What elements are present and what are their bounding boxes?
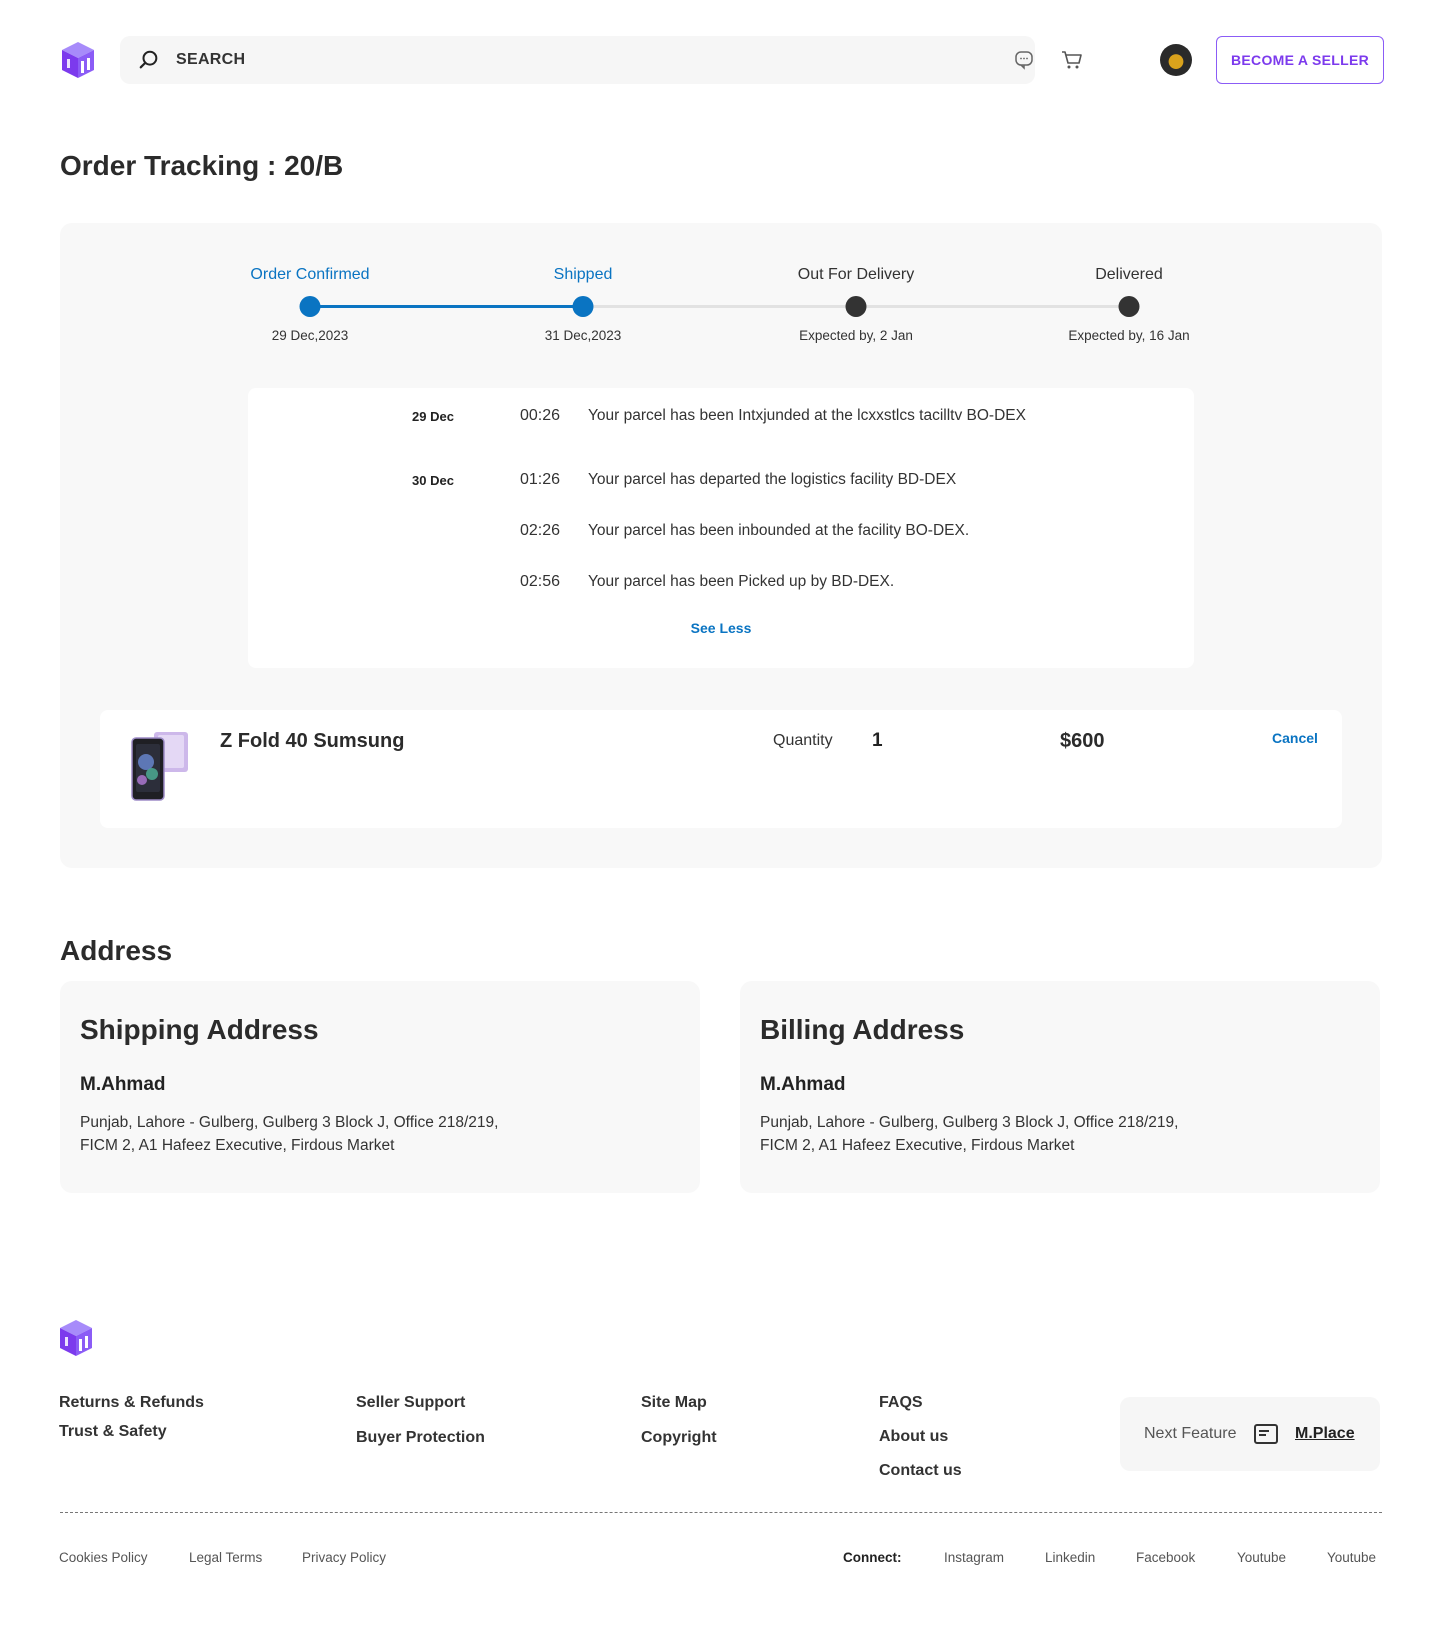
shipping-line-1: Punjab, Lahore - Gulberg, Gulberg 3 Bloc… — [80, 1114, 499, 1131]
stage-dot-confirmed — [299, 296, 321, 317]
billing-line-2: FICM 2, A1 Hafeez Executive, Firdous Mar… — [760, 1137, 1075, 1154]
stage-label-confirmed: Order Confirmed — [250, 266, 370, 283]
chat-icon[interactable] — [1012, 48, 1036, 72]
tracking-panel: Order Confirmed Shipped Out For Delivery… — [60, 223, 1382, 868]
box-logo-icon[interactable] — [60, 40, 96, 80]
event-text: Your parcel has been Intxjunded at the l… — [588, 407, 1026, 424]
youtube-link[interactable]: Youtube — [1237, 1550, 1286, 1565]
cancel-button[interactable]: Cancel — [1272, 730, 1318, 746]
event-time: 00:26 — [520, 407, 561, 424]
stage-date-delivered: Expected by, 16 Jan — [1068, 328, 1190, 343]
event-time: 01:26 — [520, 471, 561, 488]
footer-link[interactable]: About us — [879, 1428, 948, 1446]
privacy-policy-link[interactable]: Privacy Policy — [302, 1550, 386, 1565]
footer-link[interactable]: Returns & Refunds — [59, 1394, 204, 1412]
cart-icon[interactable] — [1060, 48, 1084, 72]
progress-line-done — [310, 305, 583, 308]
stage-date-confirmed: 29 Dec,2023 — [271, 328, 349, 343]
event-text: Your parcel has been Picked up by BD-DEX… — [588, 573, 895, 590]
avatar[interactable] — [1160, 44, 1192, 76]
product-name: Z Fold 40 Sumsung — [220, 730, 405, 752]
legal-terms-link[interactable]: Legal Terms — [189, 1550, 262, 1565]
event-text: Your parcel has been inbounded at the fa… — [588, 522, 970, 539]
tracking-events: 29 Dec 00:26 Your parcel has been Intxju… — [248, 388, 1194, 668]
cookies-policy-link[interactable]: Cookies Policy — [59, 1550, 148, 1565]
stage-date-shipped: 31 Dec,2023 — [544, 328, 622, 343]
search-placeholder: SEARCH — [176, 51, 246, 68]
search-bar[interactable]: SEARCH — [120, 36, 1035, 84]
event-date: 30 Dec — [412, 473, 454, 488]
footer-link[interactable]: FAQS — [879, 1394, 923, 1412]
instagram-link[interactable]: Instagram — [944, 1550, 1004, 1565]
shipping-address-heading: Shipping Address — [80, 1014, 319, 1045]
shipping-line-2: FICM 2, A1 Hafeez Executive, Firdous Mar… — [80, 1137, 395, 1154]
linkedin-link[interactable]: Linkedin — [1045, 1550, 1095, 1565]
footer-divider — [60, 1512, 1382, 1513]
youtube-link[interactable]: Youtube — [1327, 1550, 1376, 1565]
stage-label-delivered: Delivered — [1095, 266, 1163, 283]
stage-date-out-for-delivery: Expected by, 2 Jan — [799, 328, 913, 343]
event-date: 29 Dec — [412, 409, 454, 424]
product-price: $600 — [1060, 730, 1105, 752]
footer-logo-icon[interactable] — [58, 1318, 94, 1358]
stage-label-out-for-delivery: Out For Delivery — [797, 266, 915, 283]
footer-link[interactable]: Site Map — [641, 1394, 707, 1412]
product-row: Z Fold 40 Sumsung Quantity 1 $600 Cancel — [100, 710, 1342, 828]
stage-dot-out-for-delivery — [845, 296, 867, 317]
billing-name: M.Ahmad — [760, 1074, 846, 1095]
product-image[interactable] — [128, 732, 192, 804]
see-less-link[interactable]: See Less — [248, 620, 1194, 636]
event-text: Your parcel has departed the logistics f… — [588, 471, 957, 488]
address-title: Address — [60, 935, 173, 966]
billing-line-1: Punjab, Lahore - Gulberg, Gulberg 3 Bloc… — [760, 1114, 1179, 1131]
top-header: SEARCH BECOME A SELLER — [60, 36, 1384, 84]
become-seller-button[interactable]: BECOME A SELLER — [1216, 36, 1384, 84]
event-time: 02:26 — [520, 522, 561, 539]
search-icon — [139, 50, 158, 69]
footer-link[interactable]: Trust & Safety — [59, 1423, 167, 1441]
footer-link[interactable]: Buyer Protection — [356, 1429, 485, 1447]
quantity-value: 1 — [872, 730, 883, 751]
billing-address-card: Billing Address M.Ahmad Punjab, Lahore -… — [740, 981, 1380, 1193]
stage-dot-delivered — [1118, 296, 1140, 317]
mplace-link[interactable]: M.Place — [1295, 1425, 1355, 1443]
next-feature-box: Next Feature M.Place — [1120, 1397, 1380, 1471]
stage-dot-shipped — [572, 296, 594, 317]
message-box-icon — [1254, 1424, 1278, 1444]
facebook-link[interactable]: Facebook — [1136, 1550, 1195, 1565]
stage-label-shipped: Shipped — [553, 266, 613, 283]
footer-link[interactable]: Contact us — [879, 1462, 962, 1480]
shipping-address-card: Shipping Address M.Ahmad Punjab, Lahore … — [60, 981, 700, 1193]
footer-link[interactable]: Seller Support — [356, 1394, 465, 1412]
footer-link[interactable]: Copyright — [641, 1429, 717, 1447]
page-title: Order Tracking : 20/B — [60, 150, 344, 181]
shipping-name: M.Ahmad — [80, 1074, 166, 1095]
quantity-label: Quantity — [773, 732, 833, 749]
billing-address-heading: Billing Address — [760, 1014, 965, 1045]
connect-label: Connect: — [843, 1550, 902, 1565]
event-time: 02:56 — [520, 573, 561, 590]
next-feature-label: Next Feature — [1144, 1425, 1237, 1442]
